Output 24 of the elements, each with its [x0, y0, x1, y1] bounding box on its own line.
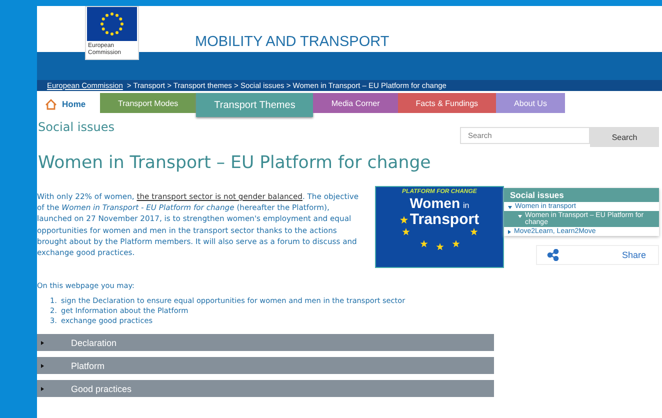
star-icon — [400, 216, 408, 224]
search-button[interactable]: Search — [590, 127, 659, 147]
nav-tab[interactable]: About Us — [496, 93, 565, 113]
banner-word: Women — [410, 195, 460, 211]
accordion-header[interactable]: Platform — [37, 357, 494, 374]
nav-tab[interactable]: Media Corner — [313, 93, 398, 113]
banner-word: in — [463, 201, 470, 210]
section-title: Social issues — [38, 120, 114, 134]
home-icon — [45, 98, 57, 110]
accordion-label: Good practices — [71, 384, 132, 394]
share-icon — [547, 249, 559, 261]
accordion-label: Platform — [71, 360, 105, 370]
banner-word: Transport — [410, 211, 480, 228]
flag-icon — [87, 7, 137, 41]
site-title: MOBILITY AND TRANSPORT — [195, 34, 390, 50]
nav-tab[interactable]: Transport Themes — [196, 93, 314, 117]
sidebar-title: Social issues — [504, 188, 659, 202]
page-title: Women in Transport – EU Platform for change — [38, 153, 432, 173]
share-button[interactable]: Share — [536, 245, 659, 265]
accordion-header[interactable]: Declaration — [37, 334, 494, 351]
nav-tab[interactable]: Transport Modes — [100, 93, 196, 113]
accordion-header[interactable]: Good practices — [37, 380, 494, 397]
accordion-label: Declaration — [71, 338, 117, 348]
nav-tab[interactable]: Facts & Fundings — [398, 93, 496, 113]
